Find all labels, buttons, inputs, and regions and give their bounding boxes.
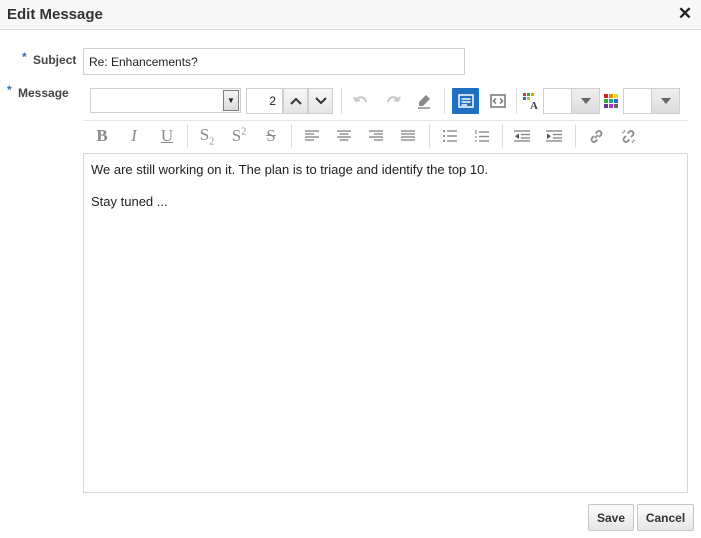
redo-icon: [387, 96, 401, 103]
justify-button[interactable]: [395, 124, 421, 148]
eraser-icon: [418, 95, 430, 109]
source-code-mode-icon: [490, 94, 506, 108]
bold-button[interactable]: B: [89, 124, 115, 148]
toolbar-divider: [502, 124, 503, 148]
italic-button[interactable]: I: [121, 124, 147, 148]
align-left-icon: [305, 130, 319, 141]
toolbar-divider: [516, 88, 517, 114]
subject-input[interactable]: [83, 48, 465, 75]
subscript-icon: S2: [199, 124, 215, 148]
background-color-swatch[interactable]: [623, 88, 651, 114]
numbered-list-button[interactable]: [469, 124, 495, 148]
numbered-list-icon: [475, 129, 489, 142]
cancel-button[interactable]: Cancel: [637, 504, 694, 531]
save-button[interactable]: Save: [588, 504, 634, 531]
font-size-decrease-button[interactable]: [308, 88, 333, 114]
align-center-icon: [337, 130, 351, 141]
text-color-label: A: [518, 88, 544, 114]
chevron-down-icon: [314, 97, 327, 105]
dialog-titlebar: Edit Message ✕: [0, 0, 701, 30]
insert-link-button[interactable]: [583, 124, 609, 148]
align-right-icon: [369, 130, 383, 141]
close-button[interactable]: ✕: [676, 5, 694, 23]
chevron-down-icon[interactable]: ▼: [223, 90, 239, 111]
text-color-icon: A: [523, 93, 538, 110]
superscript-button[interactable]: S2: [226, 124, 252, 148]
indent-button[interactable]: [541, 124, 567, 148]
link-icon: [590, 129, 602, 143]
toolbar-divider: [341, 88, 342, 114]
background-color-dropdown[interactable]: [651, 88, 680, 114]
source-code-mode-button[interactable]: [485, 88, 511, 114]
justify-icon: [401, 130, 415, 141]
strikethrough-icon: S: [266, 126, 276, 145]
remove-link-button[interactable]: [615, 124, 641, 148]
text-color-dropdown[interactable]: [571, 88, 600, 114]
redo-button[interactable]: [380, 88, 406, 114]
toolbar-divider: [429, 124, 430, 148]
toolbar-divider: [291, 124, 292, 148]
font-family-select[interactable]: ▼: [90, 88, 241, 113]
italic-icon: I: [131, 126, 137, 145]
toolbar-divider: [444, 88, 445, 114]
message-paragraph: Stay tuned ...: [91, 194, 168, 209]
subject-label-row: * Subject: [22, 50, 77, 67]
font-size-increase-button[interactable]: [283, 88, 308, 114]
align-center-button[interactable]: [331, 124, 357, 148]
underline-button[interactable]: U: [154, 124, 180, 148]
message-editor[interactable]: We are still working on it. The plan is …: [83, 153, 688, 493]
undo-button[interactable]: [348, 88, 374, 114]
subject-label: Subject: [33, 53, 77, 67]
message-label-row: * Message: [7, 83, 69, 100]
indent-icon: [546, 130, 562, 142]
message-paragraph: We are still working on it. The plan is …: [91, 162, 488, 177]
underline-icon: U: [160, 126, 174, 145]
bold-icon: B: [96, 126, 108, 145]
align-right-button[interactable]: [363, 124, 389, 148]
message-label: Message: [18, 86, 69, 100]
background-color-icon: [604, 94, 618, 108]
subscript-button[interactable]: S2: [194, 124, 220, 148]
rich-text-mode-button[interactable]: [452, 88, 479, 114]
chevron-down-icon: [580, 98, 591, 104]
chevron-up-icon: [289, 97, 302, 105]
align-left-button[interactable]: [299, 124, 325, 148]
bulleted-list-button[interactable]: [437, 124, 463, 148]
bulleted-list-icon: [443, 130, 457, 142]
dialog-title: Edit Message: [7, 6, 103, 23]
text-color-swatch[interactable]: [543, 88, 571, 114]
required-marker: *: [22, 50, 27, 64]
font-size-input[interactable]: 2: [246, 88, 283, 114]
toolbar-divider: [187, 124, 188, 148]
chevron-down-icon: [660, 98, 671, 104]
outdent-button[interactable]: [509, 124, 535, 148]
background-color-label: [598, 88, 624, 114]
toolbar-divider: [575, 124, 576, 148]
rich-text-mode-icon: [457, 94, 474, 108]
outdent-icon: [514, 130, 530, 142]
clear-formatting-button[interactable]: [411, 88, 437, 114]
toolbar-row-divider: [83, 120, 688, 121]
required-marker: *: [7, 83, 12, 97]
superscript-icon: S2: [231, 126, 247, 145]
svg-text:A: A: [530, 100, 538, 110]
strikethrough-button[interactable]: S: [258, 124, 284, 148]
undo-icon: [353, 96, 367, 103]
unlink-icon: [621, 129, 635, 143]
